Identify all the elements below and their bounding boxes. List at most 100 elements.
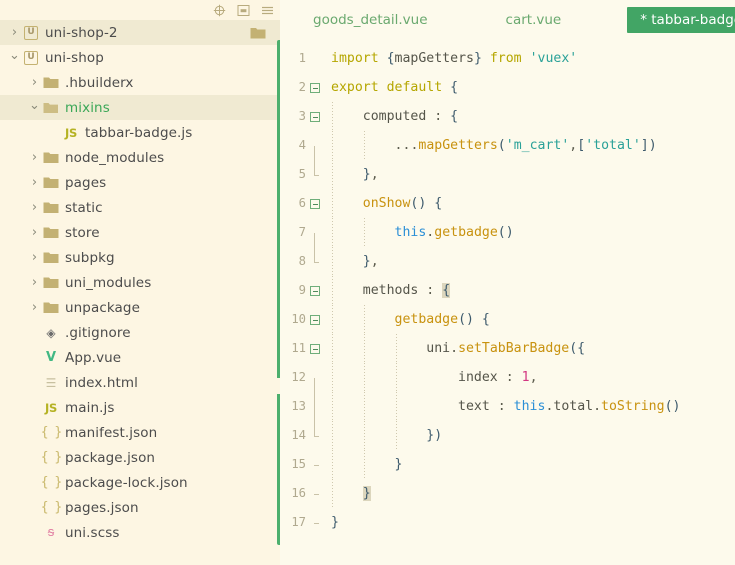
indent-guide — [332, 363, 333, 392]
bracket-match-highlight: } — [363, 486, 371, 501]
code-line[interactable]: 3 computed : { — [280, 102, 735, 131]
line-number: 9 — [280, 276, 306, 305]
indent-guide — [332, 218, 333, 247]
tree-item-pages-json[interactable]: ›{ }pages.json — [0, 495, 280, 520]
fold-gutter[interactable] — [306, 344, 324, 354]
indent-guide — [332, 334, 333, 363]
chevron-right-icon[interactable]: › — [28, 176, 41, 189]
fold-gutter[interactable] — [306, 286, 324, 296]
fold-toggle-icon[interactable] — [310, 286, 320, 296]
js-file-icon: JS — [61, 125, 81, 141]
code-line[interactable]: 15 } — [280, 450, 735, 479]
folder-icon — [41, 75, 61, 91]
fold-gutter[interactable] — [306, 315, 324, 325]
menu-icon[interactable] — [260, 3, 274, 17]
tree-item-app-vue[interactable]: ›VApp.vue — [0, 345, 280, 370]
fold-toggle-icon[interactable] — [310, 199, 320, 209]
chevron-right-icon[interactable]: › — [28, 251, 41, 264]
code-line[interactable]: 7 this.getbadge() — [280, 218, 735, 247]
chevron-right-icon[interactable]: › — [8, 26, 21, 39]
code-line[interactable]: 2export default { — [280, 73, 735, 102]
code-line[interactable]: 13 text : this.total.toString() — [280, 392, 735, 421]
tree-item-store[interactable]: ›store — [0, 220, 280, 245]
chevron-right-icon[interactable]: › — [28, 226, 41, 239]
indent-guide — [364, 334, 365, 363]
tree-item-label: main.js — [65, 400, 115, 416]
code-line[interactable]: 8 }, — [280, 247, 735, 276]
tree-item-tabbar-badge-js[interactable]: ›JStabbar-badge.js — [0, 120, 280, 145]
tree-item--hbuilderx[interactable]: ›.hbuilderx — [0, 70, 280, 95]
uni-project-icon: U — [21, 25, 41, 41]
tree-item-unpackage[interactable]: › unpackage — [0, 295, 280, 320]
editor-tab-tabbar-badge-js[interactable]: * tabbar-badge.js — [627, 7, 735, 33]
folder-icon — [250, 26, 266, 39]
tree-item--gitignore[interactable]: ›◈.gitignore — [0, 320, 280, 345]
chevron-right-icon[interactable]: › — [28, 201, 41, 214]
chevron-right-icon[interactable]: › — [28, 76, 41, 89]
fold-gutter[interactable] — [306, 199, 324, 209]
tree-item-package-lock-json[interactable]: ›{ }package-lock.json — [0, 470, 280, 495]
tree-item-main-js[interactable]: ›JSmain.js — [0, 395, 280, 420]
indent-guide — [364, 450, 365, 479]
line-number: 4 — [280, 131, 306, 160]
folder-icon — [41, 225, 61, 241]
chevron-right-icon[interactable]: › — [28, 276, 41, 289]
tree-item-mixins[interactable]: ⌄ mixins — [0, 95, 280, 120]
chevron-right-icon[interactable]: › — [28, 301, 41, 314]
tree-item-uni-scss[interactable]: ›ᵴuni.scss — [0, 520, 280, 545]
tree-item-label: App.vue — [65, 350, 121, 366]
code-line[interactable]: 11 uni.setTabBarBadge({ — [280, 334, 735, 363]
code-line[interactable]: 12 index : 1, — [280, 363, 735, 392]
fold-toggle-icon[interactable] — [310, 83, 320, 93]
tree-item-label: package-lock.json — [65, 475, 188, 491]
js-file-icon: JS — [41, 400, 61, 416]
fold-toggle-icon[interactable] — [310, 112, 320, 122]
folder-icon — [41, 250, 61, 266]
fold-toggle-icon[interactable] — [310, 344, 320, 354]
fold-gutter[interactable] — [306, 83, 324, 93]
fold-toggle-icon[interactable] — [310, 315, 320, 325]
locate-file-icon[interactable] — [212, 3, 226, 17]
code-line[interactable]: 17} — [280, 508, 735, 537]
editor-tab-goods-detail-vue[interactable]: goods_detail.vue — [300, 7, 441, 33]
editor-tab-cart-vue[interactable]: cart.vue — [493, 7, 575, 33]
tree-item-uni-modules[interactable]: ›uni_modules — [0, 270, 280, 295]
line-number: 1 — [280, 44, 306, 73]
tree-item-label: unpackage — [65, 300, 140, 316]
indent-guide — [332, 305, 333, 334]
code-line[interactable]: 4 ...mapGetters('m_cart',['total']) — [280, 131, 735, 160]
code-line[interactable]: 14 }) — [280, 421, 735, 450]
tree-item-index-html[interactable]: ›☰index.html — [0, 370, 280, 395]
tree-item-label: mixins — [65, 100, 110, 116]
bracket-match-highlight: { — [442, 283, 450, 298]
tree-item-subpkg[interactable]: › subpkg — [0, 245, 280, 270]
code-line[interactable]: 6 onShow() { — [280, 189, 735, 218]
tree-item-manifest-json[interactable]: ›{ }manifest.json — [0, 420, 280, 445]
chevron-down-icon[interactable]: ⌄ — [8, 49, 21, 62]
code-line[interactable]: 1import {mapGetters} from 'vuex' — [280, 44, 735, 73]
project-explorer-sidebar: ›Uuni-shop-2⌄Uuni-shop›.hbuilderx ⌄ mixins… — [0, 0, 280, 565]
code-line[interactable]: 10 getbadge() { — [280, 305, 735, 334]
line-number: 12 — [280, 363, 306, 392]
chevron-down-icon[interactable]: ⌄ — [28, 99, 41, 112]
code-line[interactable]: 5 }, — [280, 160, 735, 189]
tree-item-label: index.html — [65, 375, 138, 391]
collapse-panel-icon[interactable] — [236, 3, 250, 17]
indent-guide — [396, 421, 397, 450]
tree-item-uni-shop[interactable]: ⌄Uuni-shop — [0, 45, 280, 70]
fold-gutter[interactable] — [306, 112, 324, 122]
code-line[interactable]: 9 methods : { — [280, 276, 735, 305]
tree-item-pages[interactable]: ›pages — [0, 170, 280, 195]
code-line[interactable]: 16 } — [280, 479, 735, 508]
code-content[interactable]: 1import {mapGetters} from 'vuex'2export … — [280, 40, 735, 537]
tree-item-uni-shop-2[interactable]: ›Uuni-shop-2 — [0, 20, 280, 45]
file-tree[interactable]: ›Uuni-shop-2⌄Uuni-shop›.hbuilderx ⌄ mixins… — [0, 20, 280, 545]
tree-item-static[interactable]: ›static — [0, 195, 280, 220]
line-number: 13 — [280, 392, 306, 421]
tree-item-label: subpkg — [65, 250, 115, 266]
chevron-right-icon[interactable]: › — [28, 151, 41, 164]
indent-guide — [396, 363, 397, 392]
indent-guide — [332, 160, 333, 189]
tree-item-node-modules[interactable]: ›node_modules — [0, 145, 280, 170]
tree-item-package-json[interactable]: ›{ }package.json — [0, 445, 280, 470]
